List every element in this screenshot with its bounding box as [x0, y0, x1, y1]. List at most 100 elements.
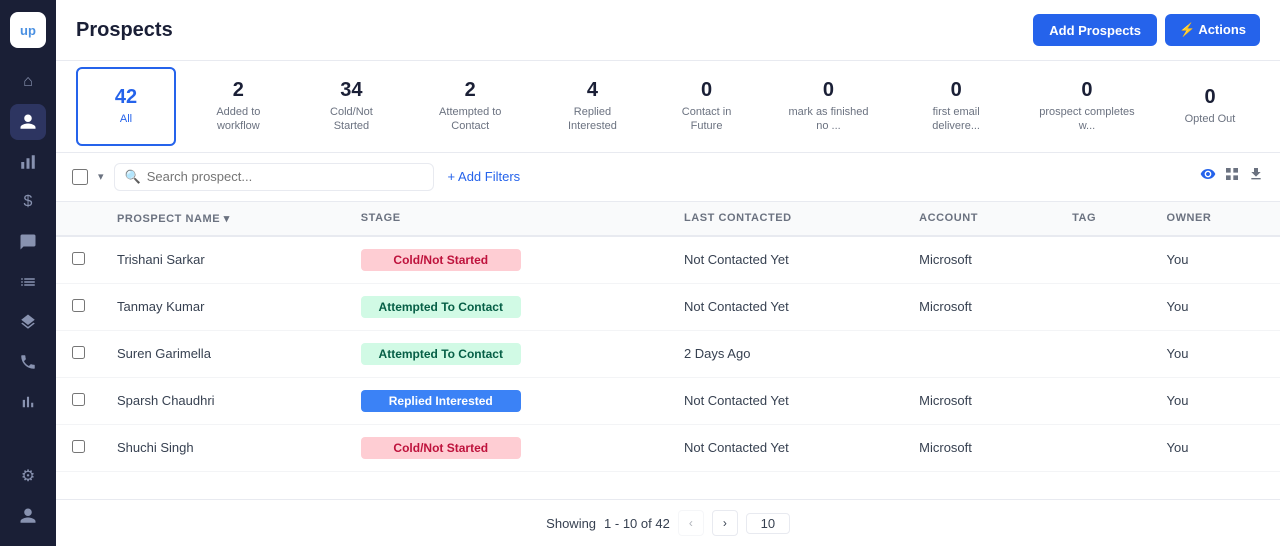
stat-number: 2 — [465, 79, 476, 102]
stage-cell: Attempted To Contact — [345, 283, 668, 330]
next-page-button[interactable]: › — [712, 510, 738, 536]
phone-icon[interactable] — [10, 344, 46, 380]
th-prospect-name[interactable]: PROSPECT NAME ▾ — [101, 202, 345, 236]
list-icon[interactable] — [10, 264, 46, 300]
stat-card-attempted[interactable]: 2Attempted to Contact — [410, 67, 530, 146]
actions-button[interactable]: ⚡ Actions — [1165, 14, 1260, 46]
page-header: Prospects Add Prospects ⚡ Actions — [56, 0, 1280, 61]
stat-number: 0 — [1081, 79, 1092, 102]
chart-icon[interactable] — [10, 144, 46, 180]
row-checkbox-4[interactable] — [72, 440, 85, 453]
th-checkbox — [56, 202, 101, 236]
last-contacted-cell: 2 Days Ago — [668, 330, 903, 377]
tag-cell — [1056, 424, 1150, 471]
th-stage: STAGE — [345, 202, 668, 236]
last-contacted-cell: Not Contacted Yet — [668, 283, 903, 330]
stat-label: Opted Out — [1185, 112, 1236, 126]
row-checkbox-0[interactable] — [72, 252, 85, 265]
prev-page-button[interactable]: ‹ — [678, 510, 704, 536]
stat-label: All — [120, 112, 132, 126]
dollar-icon[interactable]: $ — [10, 184, 46, 220]
main-content: Prospects Add Prospects ⚡ Actions 42All2… — [56, 0, 1280, 546]
owner-cell: You — [1150, 330, 1280, 377]
table-row: Trishani Sarkar Cold/Not Started Not Con… — [56, 236, 1280, 284]
page-size-input[interactable] — [746, 513, 790, 534]
showing-label: Showing — [546, 516, 596, 531]
user-avatar-icon[interactable] — [10, 498, 46, 534]
home-icon[interactable]: ⌂ — [10, 64, 46, 100]
add-prospects-button[interactable]: Add Prospects — [1033, 14, 1157, 46]
stat-label: Replied Interested — [554, 105, 630, 134]
stat-number: 4 — [587, 79, 598, 102]
download-icon[interactable] — [1248, 166, 1264, 187]
message-icon[interactable] — [10, 224, 46, 260]
row-checkbox-cell — [56, 377, 101, 424]
page-title: Prospects — [76, 19, 173, 42]
stat-label: Added to workflow — [200, 105, 277, 134]
prospect-name-cell: Sparsh Chaudhri — [101, 377, 345, 424]
pagination: Showing 1 - 10 of 42 ‹ › — [56, 499, 1280, 546]
row-checkbox-1[interactable] — [72, 299, 85, 312]
owner-cell: You — [1150, 377, 1280, 424]
select-all-checkbox[interactable] — [72, 169, 88, 185]
last-contacted-cell: Not Contacted Yet — [668, 236, 903, 284]
table-header-row: PROSPECT NAME ▾STAGELAST CONTACTEDACCOUN… — [56, 202, 1280, 236]
stat-card-added[interactable]: 2 Added to workflow — [184, 67, 293, 146]
row-checkbox-3[interactable] — [72, 393, 85, 406]
prospects-table: PROSPECT NAME ▾STAGELAST CONTACTEDACCOUN… — [56, 202, 1280, 472]
stat-card-all[interactable]: 42All — [76, 67, 176, 146]
table-view-icon[interactable] — [1200, 166, 1216, 187]
bar-chart-icon[interactable] — [10, 384, 46, 420]
tag-cell — [1056, 283, 1150, 330]
search-input[interactable] — [147, 169, 423, 184]
stat-label: Cold/Not Started — [317, 105, 386, 134]
stat-number: 0 — [951, 79, 962, 102]
prospect-name-cell: Tanmay Kumar — [101, 283, 345, 330]
stat-label: Contact in Future — [671, 105, 743, 134]
pagination-range: 1 - 10 of 42 — [604, 516, 670, 531]
th-account: ACCOUNT — [903, 202, 1056, 236]
stat-label: prospect completes w... — [1038, 105, 1136, 134]
table-row: Tanmay Kumar Attempted To Contact Not Co… — [56, 283, 1280, 330]
stage-cell: Cold/Not Started — [345, 424, 668, 471]
stat-card-contact-future[interactable]: 0 Contact in Future — [655, 67, 759, 146]
stat-number: 0 — [1204, 86, 1215, 109]
add-filters-button[interactable]: + Add Filters — [448, 169, 521, 184]
stat-number: 2 — [233, 79, 244, 102]
stat-number: 0 — [701, 79, 712, 102]
view-toggle — [1200, 166, 1264, 187]
stat-card-mark-finished[interactable]: 0mark as finished no ... — [767, 67, 891, 146]
stat-card-opted-out[interactable]: 0 Opted Out — [1160, 67, 1260, 146]
last-contacted-cell: Not Contacted Yet — [668, 377, 903, 424]
row-checkbox-cell — [56, 330, 101, 377]
stage-badge: Cold/Not Started — [361, 249, 521, 271]
stat-card-cold[interactable]: 34Cold/Not Started — [301, 67, 402, 146]
select-dropdown-arrow[interactable]: ▾ — [98, 170, 104, 183]
stat-card-first-email[interactable]: 0first email delivere... — [898, 67, 1013, 146]
grid-view-icon[interactable] — [1224, 166, 1240, 187]
tag-cell — [1056, 236, 1150, 284]
prospect-name-cell: Trishani Sarkar — [101, 236, 345, 284]
tag-cell — [1056, 377, 1150, 424]
row-checkbox-2[interactable] — [72, 346, 85, 359]
table-row: Suren Garimella Attempted To Contact 2 D… — [56, 330, 1280, 377]
row-checkbox-cell — [56, 236, 101, 284]
stat-number: 0 — [823, 79, 834, 102]
prospect-name-cell: Suren Garimella — [101, 330, 345, 377]
stage-badge: Cold/Not Started — [361, 437, 521, 459]
stat-card-replied[interactable]: 4 Replied Interested — [538, 67, 646, 146]
stat-card-prospect-completes[interactable]: 0 prospect completes w... — [1022, 67, 1152, 146]
users-icon[interactable] — [10, 104, 46, 140]
layers-icon[interactable] — [10, 304, 46, 340]
prospect-name-cell: Shuchi Singh — [101, 424, 345, 471]
stage-badge: Attempted To Contact — [361, 296, 521, 318]
owner-cell: You — [1150, 424, 1280, 471]
app-logo: up — [10, 12, 46, 48]
search-box: 🔍 — [114, 163, 434, 191]
prospects-table-container: PROSPECT NAME ▾STAGELAST CONTACTEDACCOUN… — [56, 202, 1280, 499]
gear-icon[interactable]: ⚙ — [10, 458, 46, 494]
account-cell: Microsoft — [903, 377, 1056, 424]
owner-cell: You — [1150, 236, 1280, 284]
table-row: Shuchi Singh Cold/Not Started Not Contac… — [56, 424, 1280, 471]
account-cell: Microsoft — [903, 236, 1056, 284]
